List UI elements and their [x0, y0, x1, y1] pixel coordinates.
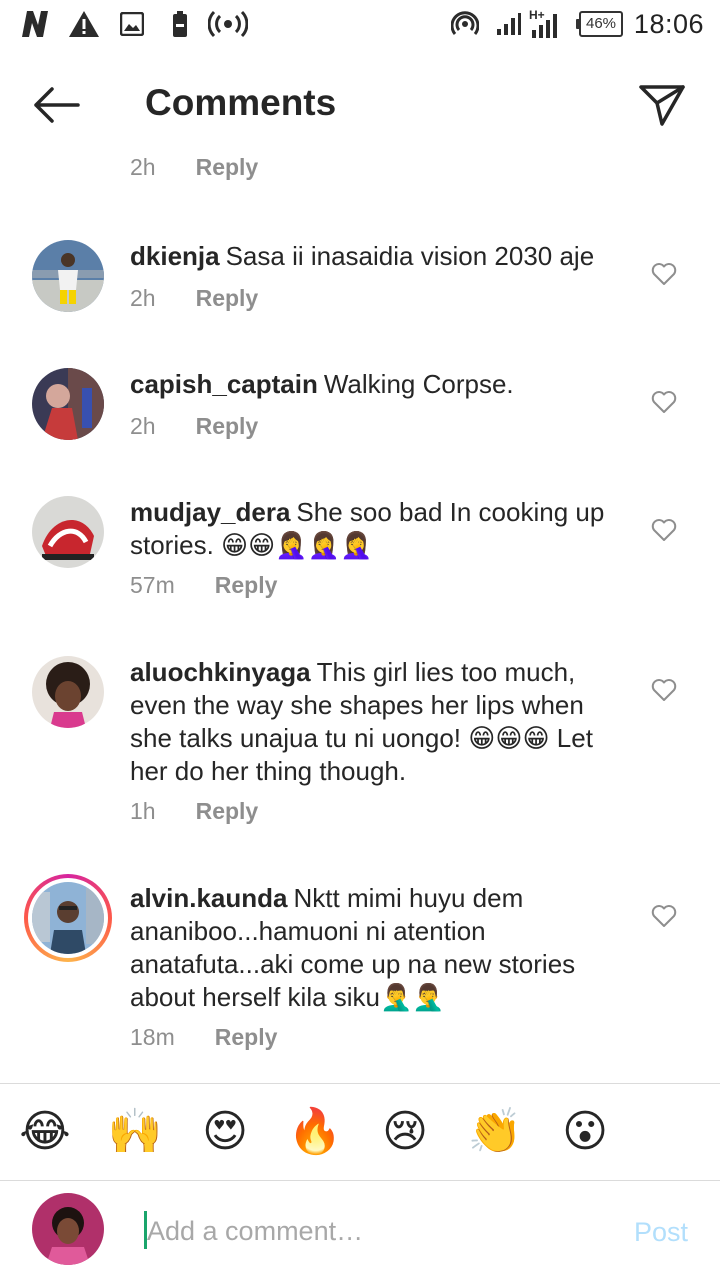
signal-hplus-icon: H+	[528, 8, 564, 40]
like-button[interactable]	[648, 386, 680, 418]
comment-text: alvin.kaunda Nktt mimi huyu dem ananiboo.…	[130, 882, 630, 1014]
send-icon	[639, 85, 685, 126]
comment-body: Walking Corpse.	[323, 369, 514, 399]
comment-time: 57m	[130, 572, 175, 598]
like-button[interactable]	[648, 900, 680, 932]
avatar[interactable]	[32, 240, 104, 312]
emoji-tears-of-joy-button[interactable]: 😂	[17, 1104, 73, 1160]
reply-button[interactable]: Reply	[196, 798, 259, 825]
comment-body: Sasa ii inasaidia vision 2030 aje	[225, 241, 595, 271]
comment-meta: 2h Reply	[130, 413, 258, 440]
emoji-crying-button[interactable]: 😢	[377, 1104, 433, 1160]
comment-text: aluochkinyaga This girl lies too much, ev…	[130, 656, 630, 788]
comment-username[interactable]: dkienja	[130, 241, 220, 271]
comment-meta: 2h Reply	[130, 285, 258, 312]
avatar[interactable]	[32, 496, 104, 568]
heart-icon	[651, 391, 677, 413]
comment-input[interactable]	[147, 1209, 587, 1253]
avatar	[32, 882, 104, 954]
avatar-story-ring[interactable]	[24, 874, 112, 962]
comment-meta: 2h Reply	[130, 154, 258, 181]
reply-button[interactable]: Reply	[196, 413, 259, 440]
reply-button[interactable]: Reply	[196, 154, 259, 181]
like-button[interactable]	[648, 258, 680, 290]
reply-button[interactable]: Reply	[215, 1024, 278, 1051]
svg-text:H+: H+	[529, 8, 545, 22]
comment-username[interactable]: capish_captain	[130, 369, 318, 399]
reply-button[interactable]: Reply	[196, 285, 259, 312]
share-button[interactable]	[634, 78, 690, 132]
comment-time: 2h	[130, 285, 156, 311]
comment-meta: 1h Reply	[130, 798, 258, 825]
post-button[interactable]: Post	[634, 1217, 688, 1248]
signal-icon	[494, 8, 524, 40]
battery-level: 46%	[579, 11, 624, 37]
like-button[interactable]	[648, 514, 680, 546]
back-arrow-icon	[34, 87, 80, 123]
reply-button[interactable]: Reply	[215, 572, 278, 599]
clock: 18:06	[633, 9, 704, 39]
comment-username[interactable]: mudjay_dera	[130, 497, 290, 527]
heart-icon	[651, 905, 677, 927]
header: Comments	[0, 60, 720, 150]
my-avatar	[32, 1193, 104, 1265]
like-button[interactable]	[648, 674, 680, 706]
comment-composer: Post	[0, 1181, 720, 1280]
heart-icon	[651, 263, 677, 285]
comment-time: 2h	[130, 413, 156, 439]
page-title: Comments	[145, 82, 337, 123]
comment-time: 2h	[130, 154, 156, 180]
comment-text: dkienja Sasa ii inasaidia vision 2030 aje	[130, 240, 630, 273]
comment-text: mudjay_dera She soo bad In cooking up sto…	[130, 496, 630, 562]
netflix-icon	[18, 8, 54, 40]
emoji-surprised-button[interactable]: 😮	[557, 1104, 613, 1160]
comment-username[interactable]: alvin.kaunda	[130, 883, 288, 913]
comment-time: 18m	[130, 1024, 175, 1050]
battery-indicator: 46%	[576, 11, 624, 37]
back-button[interactable]	[28, 80, 84, 130]
gallery-icon	[118, 8, 146, 40]
radio-icon	[206, 8, 250, 40]
avatar[interactable]	[32, 656, 104, 728]
emoji-quick-bar: 😂 🙌 😍 🔥 😢 👏 😮	[0, 1084, 720, 1180]
emoji-clapping-button[interactable]: 👏	[467, 1104, 523, 1160]
heart-icon	[651, 679, 677, 701]
comment-meta: 18m Reply	[130, 1024, 277, 1051]
comment-meta: 57m Reply	[130, 572, 277, 599]
hotspot-icon	[448, 8, 482, 40]
emoji-fire-button[interactable]: 🔥	[287, 1104, 343, 1160]
comment-username[interactable]: aluochkinyaga	[130, 657, 311, 687]
battery-saver-icon	[168, 8, 192, 40]
warning-icon	[66, 8, 102, 40]
comment-text: capish_captain Walking Corpse.	[130, 368, 630, 401]
heart-icon	[651, 519, 677, 541]
emoji-raised-hands-button[interactable]: 🙌	[107, 1104, 163, 1160]
comment-time: 1h	[130, 798, 156, 824]
avatar[interactable]	[32, 368, 104, 440]
status-bar: H+ 46% 18:06	[0, 0, 720, 50]
emoji-heart-eyes-button[interactable]: 😍	[197, 1104, 253, 1160]
